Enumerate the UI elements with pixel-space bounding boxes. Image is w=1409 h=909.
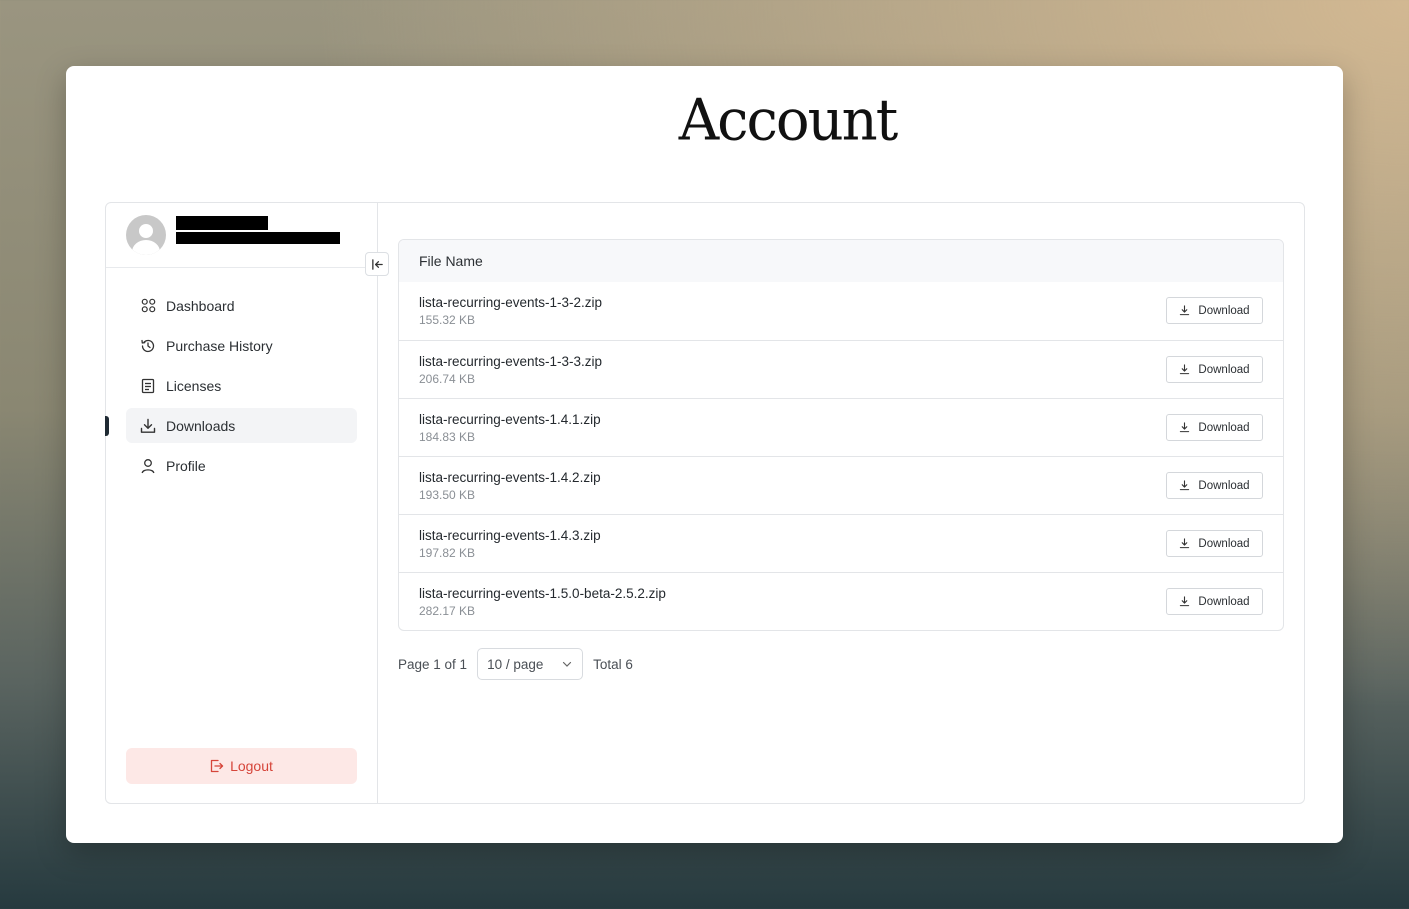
- download-icon: [1179, 596, 1190, 607]
- download-button[interactable]: Download: [1166, 297, 1263, 324]
- sidebar-item-label: Licenses: [166, 377, 222, 394]
- sidebar-item-downloads[interactable]: Downloads: [105, 408, 357, 443]
- page-size-value: 10 / page: [487, 656, 544, 672]
- page-title: Account: [678, 87, 899, 154]
- download-label: Download: [1198, 479, 1250, 492]
- downloads-table: File Name lista-recurring-events-1-3-2.z…: [398, 239, 1284, 631]
- active-indicator: [105, 416, 109, 436]
- account-panel: Dashboard Purchase History Licenses Down…: [105, 202, 1305, 804]
- document-icon: [140, 378, 156, 394]
- redacted-email: [176, 232, 340, 244]
- table-row: lista-recurring-events-1-3-2.zip 155.32 K…: [399, 282, 1283, 340]
- total-count: Total 6: [593, 656, 633, 672]
- sidebar-item-label: Dashboard: [166, 297, 235, 314]
- sidebar-item-purchase-history[interactable]: Purchase History: [126, 328, 357, 363]
- account-card: Account Dashboard Purchase History Licen…: [66, 66, 1343, 843]
- file-name: lista-recurring-events-1.5.0-beta-2.5.2.…: [419, 586, 666, 601]
- download-label: Download: [1198, 304, 1250, 317]
- download-button[interactable]: Download: [1166, 530, 1263, 557]
- downloads-main: File Name lista-recurring-events-1-3-2.z…: [398, 239, 1284, 680]
- sidebar-item-label: Purchase History: [166, 337, 273, 354]
- table-header: File Name: [399, 240, 1283, 282]
- page-indicator: Page 1 of 1: [398, 656, 468, 672]
- avatar: [126, 215, 166, 255]
- file-size: 282.17 KB: [419, 604, 476, 618]
- logout-button[interactable]: Logout: [126, 748, 357, 784]
- file-name: lista-recurring-events-1-3-3.zip: [419, 354, 603, 369]
- sidebar: Dashboard Purchase History Licenses Down…: [105, 203, 389, 803]
- page-size-select[interactable]: 10 / page: [477, 648, 584, 680]
- sidebar-item-licenses[interactable]: Licenses: [126, 368, 357, 403]
- user-block: [106, 203, 377, 268]
- table-row: lista-recurring-events-1-3-3.zip 206.74 K…: [399, 340, 1283, 398]
- file-name: lista-recurring-events-1-3-2.zip: [419, 295, 603, 310]
- download-button[interactable]: Download: [1166, 414, 1263, 441]
- table-row: lista-recurring-events-1.4.3.zip 197.82 K…: [399, 514, 1283, 572]
- sidebar-item-label: Profile: [166, 457, 206, 474]
- download-label: Download: [1198, 421, 1250, 434]
- file-size: 206.74 KB: [419, 372, 476, 386]
- download-button[interactable]: Download: [1166, 356, 1263, 383]
- table-row: lista-recurring-events-1.4.2.zip 193.50 K…: [399, 456, 1283, 514]
- collapse-sidebar-button[interactable]: [365, 252, 389, 276]
- redacted-username: [176, 216, 268, 230]
- download-icon: [1179, 422, 1190, 433]
- download-icon: [1179, 364, 1190, 375]
- file-size: 193.50 KB: [419, 488, 476, 502]
- history-icon: [140, 338, 156, 354]
- collapse-left-icon: [371, 258, 384, 271]
- download-button[interactable]: Download: [1166, 588, 1263, 615]
- sidebar-item-label: Downloads: [166, 417, 236, 434]
- download-icon: [1179, 305, 1190, 316]
- table-row: lista-recurring-events-1.5.0-beta-2.5.2.…: [399, 572, 1283, 630]
- user-icon: [140, 458, 156, 474]
- file-size: 155.32 KB: [419, 313, 476, 327]
- sidebar-item-dashboard[interactable]: Dashboard: [126, 288, 357, 323]
- download-label: Download: [1198, 537, 1250, 550]
- download-label: Download: [1198, 595, 1250, 608]
- file-name: lista-recurring-events-1.4.3.zip: [419, 528, 601, 543]
- file-size: 197.82 KB: [419, 546, 476, 560]
- download-icon: [1179, 538, 1190, 549]
- download-button[interactable]: Download: [1166, 472, 1263, 499]
- download-label: Download: [1198, 363, 1250, 376]
- file-name: lista-recurring-events-1.4.2.zip: [419, 470, 601, 485]
- download-icon: [140, 418, 156, 434]
- chevron-down-icon: [561, 658, 573, 670]
- grid-icon: [140, 298, 156, 314]
- sidebar-nav: Dashboard Purchase History Licenses Down…: [105, 288, 357, 488]
- pagination: Page 1 of 1 10 / page Total 6: [398, 648, 1284, 680]
- download-icon: [1179, 480, 1190, 491]
- logout-icon: [210, 759, 224, 773]
- table-row: lista-recurring-events-1.4.1.zip 184.83 K…: [399, 398, 1283, 456]
- file-name: lista-recurring-events-1.4.1.zip: [419, 412, 601, 427]
- logout-label: Logout: [230, 758, 273, 774]
- file-size: 184.83 KB: [419, 430, 476, 444]
- sidebar-item-profile[interactable]: Profile: [126, 448, 357, 483]
- column-header-file-name: File Name: [419, 253, 483, 269]
